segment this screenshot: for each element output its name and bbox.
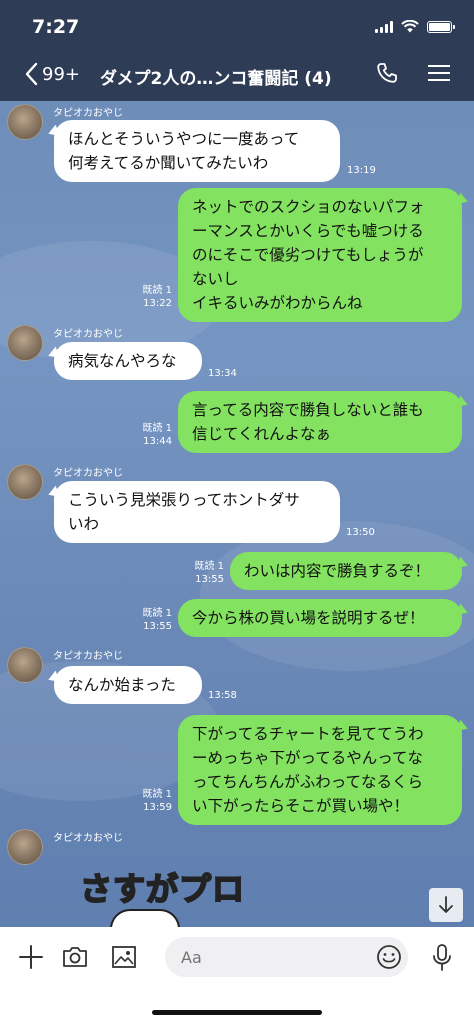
message-bubble-outgoing[interactable]: 今から株の買い場を説明するぜ！ xyxy=(178,599,462,637)
message-bubble-outgoing[interactable]: わいは内容で勝負するぞ！ xyxy=(230,552,462,590)
sender-name: タピオカおやじ xyxy=(53,468,123,479)
back-button[interactable]: 99+ xyxy=(24,62,80,86)
sender-name: タピオカおやじ xyxy=(53,329,123,340)
message-bubble-incoming[interactable]: ほんとそういうやつに一度あって 何考えてるか聞いてみたいわ xyxy=(54,120,340,182)
scroll-to-bottom-button[interactable] xyxy=(429,888,463,922)
nav-actions xyxy=(376,62,450,84)
message-time: 13:22 xyxy=(143,298,172,309)
wifi-icon xyxy=(401,20,419,33)
sender-name: タピオカおやじ xyxy=(53,833,123,844)
read-receipt: 既読 1 xyxy=(142,423,172,434)
sticker[interactable]: さすがプロ xyxy=(79,864,245,910)
background-cloud xyxy=(200,521,474,671)
chat-title[interactable]: ダメプ2人の…ンコ奮闘記 (4) xyxy=(100,64,340,89)
plus-icon[interactable] xyxy=(17,943,45,971)
read-receipt: 既読 1 xyxy=(142,608,172,619)
avatar[interactable] xyxy=(7,829,43,865)
chevron-left-icon xyxy=(25,62,38,86)
phone-icon[interactable] xyxy=(376,62,398,84)
message-time: 13:19 xyxy=(347,165,376,176)
status-bar: 7:27 xyxy=(0,0,474,50)
chat-header: 7:27 99+ ダメプ2人の…ンコ奮闘記 (4) xyxy=(0,0,474,101)
message-bubble-outgoing[interactable]: 下がってるチャートを見ててうわ ーめっちゃ下がってるやんってな ってちんちんがふ… xyxy=(178,715,462,825)
image-icon[interactable] xyxy=(110,943,138,971)
emoji-icon[interactable] xyxy=(375,943,403,971)
message-bubble-incoming[interactable]: 病気なんやろな xyxy=(54,342,202,380)
chat-area[interactable]: タピオカおやじ ほんとそういうやつに一度あって 何考えてるか聞いてみたいわ 13… xyxy=(0,101,474,927)
avatar[interactable] xyxy=(7,464,43,500)
camera-icon[interactable] xyxy=(61,943,89,971)
message-bubble-incoming[interactable]: こういう見栄張りってホントダサ いわ xyxy=(54,481,340,543)
message-time: 13:55 xyxy=(143,621,172,632)
cellular-signal-icon xyxy=(375,20,393,33)
read-receipt: 既読 1 xyxy=(142,789,172,800)
message-bubble-outgoing[interactable]: 言ってる内容で勝負しないと誰も 信じてくれんよなぁ xyxy=(178,391,462,453)
sticker-character xyxy=(110,909,180,927)
status-icons xyxy=(375,20,455,33)
message-time: 13:55 xyxy=(195,574,224,585)
status-time: 7:27 xyxy=(32,16,80,38)
message-time: 13:59 xyxy=(143,802,172,813)
avatar[interactable] xyxy=(7,325,43,361)
message-time: 13:58 xyxy=(208,690,237,701)
message-bubble-outgoing[interactable]: ネットでのスクショのないパフォ ーマンスとかいくらでも嘘つける のにそこで優劣つ… xyxy=(178,188,462,322)
read-receipt: 既読 1 xyxy=(142,285,172,296)
battery-icon xyxy=(427,20,455,33)
sender-name: タピオカおやじ xyxy=(53,108,123,119)
sender-name: タピオカおやじ xyxy=(53,651,123,662)
read-receipt: 既読 1 xyxy=(194,561,224,572)
message-bubble-incoming[interactable]: なんか始まった xyxy=(54,666,202,704)
message-time: 13:34 xyxy=(208,368,237,379)
arrow-down-icon xyxy=(439,896,453,913)
message-input[interactable] xyxy=(165,937,408,977)
message-time: 13:50 xyxy=(346,527,375,538)
input-bar xyxy=(0,927,474,1024)
nav-bar: 99+ ダメプ2人の…ンコ奮闘記 (4) xyxy=(0,50,474,101)
avatar[interactable] xyxy=(7,104,43,140)
menu-icon[interactable] xyxy=(428,64,450,82)
home-indicator xyxy=(152,1010,322,1015)
microphone-icon[interactable] xyxy=(429,943,455,973)
unread-count: 99+ xyxy=(42,63,80,85)
message-time: 13:44 xyxy=(143,436,172,447)
avatar[interactable] xyxy=(7,647,43,683)
